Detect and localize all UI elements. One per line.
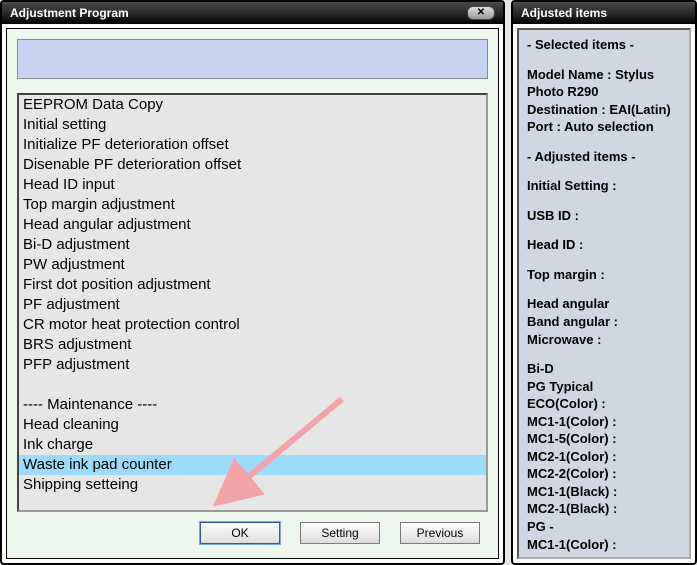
info-line: MC2-1(Color) : [527,448,681,466]
spacer [527,54,681,66]
spacer [527,136,681,148]
list-item[interactable]: Shipping setteing [19,475,486,495]
list-item[interactable] [19,375,486,395]
adjusted-items-content: - Selected items - Model Name : Stylus Ph… [517,28,691,559]
info-line: MC1-1(Color) : [527,536,681,554]
list-item[interactable]: Ink charge [19,435,486,455]
info-line: USB ID : [527,207,681,225]
info-line: MC2-1(Black) : [527,500,681,518]
list-item[interactable]: PW adjustment [19,255,486,275]
list-item[interactable]: CR motor heat protection control [19,315,486,335]
info-line: MC1-1(Black) : [527,483,681,501]
side-window-title: Adjusted items [521,6,687,20]
info-line: ECO(Color) : [527,395,681,413]
ok-button[interactable]: OK [200,522,280,544]
info-line: - Adjusted items - [527,148,681,166]
spacer [527,283,681,295]
info-line: PG Typical [527,378,681,396]
titlebar-left: Adjustment Program ✕ [2,2,503,24]
adjustment-listbox[interactable]: EEPROM Data CopyInitial settingInitializ… [17,93,488,512]
info-line: MC1-1(Color) : [527,413,681,431]
close-button[interactable]: ✕ [467,6,495,20]
previous-button[interactable]: Previous [400,522,480,544]
info-line: MC2-2(Color) : [527,465,681,483]
spacer [527,348,681,360]
list-item[interactable]: EEPROM Data Copy [19,95,486,115]
info-line: Head angular [527,295,681,313]
info-line: MC1-5(Color) : [527,430,681,448]
list-item[interactable]: Initialize PF deterioration offset [19,135,486,155]
list-item[interactable]: Initial setting [19,115,486,135]
list-item[interactable]: First dot position adjustment [19,275,486,295]
list-item[interactable]: PF adjustment [19,295,486,315]
left-inner: EEPROM Data CopyInitial settingInitializ… [6,28,499,559]
info-line: Destination : EAI(Latin) [527,101,681,119]
spacer [527,254,681,266]
info-line: Band angular : [527,313,681,331]
button-row: OK Setting Previous [17,512,488,548]
list-item[interactable]: Head cleaning [19,415,486,435]
info-line: Head ID : [527,236,681,254]
info-line: Initial Setting : [527,177,681,195]
list-item[interactable]: BRS adjustment [19,335,486,355]
info-line: Port : Auto selection [527,118,681,136]
window-title: Adjustment Program [10,6,129,20]
adjustment-program-window: Adjustment Program ✕ EEPROM Data CopyIni… [0,0,505,565]
list-item[interactable]: Top margin adjustment [19,195,486,215]
list-item[interactable]: Head angular adjustment [19,215,486,235]
list-item[interactable]: PFP adjustment [19,355,486,375]
header-banner [17,39,488,79]
info-line: PG - [527,518,681,536]
spacer [527,165,681,177]
spacer [527,224,681,236]
adjusted-items-window: Adjusted items - Selected items - Model N… [511,0,697,565]
list-item[interactable]: Head ID input [19,175,486,195]
info-line: Top margin : [527,266,681,284]
list-item[interactable]: Disenable PF deterioration offset [19,155,486,175]
spacer [527,195,681,207]
setting-button[interactable]: Setting [300,522,380,544]
info-line: Model Name : Stylus Photo R290 [527,66,681,101]
list-item[interactable]: Bi-D adjustment [19,235,486,255]
list-item[interactable]: Waste ink pad counter [19,455,486,475]
titlebar-right: Adjusted items [513,2,695,24]
info-line: Microwave : [527,331,681,349]
info-line: Bi-D [527,360,681,378]
info-line: - Selected items - [527,36,681,54]
list-item[interactable]: ---- Maintenance ---- [19,395,486,415]
